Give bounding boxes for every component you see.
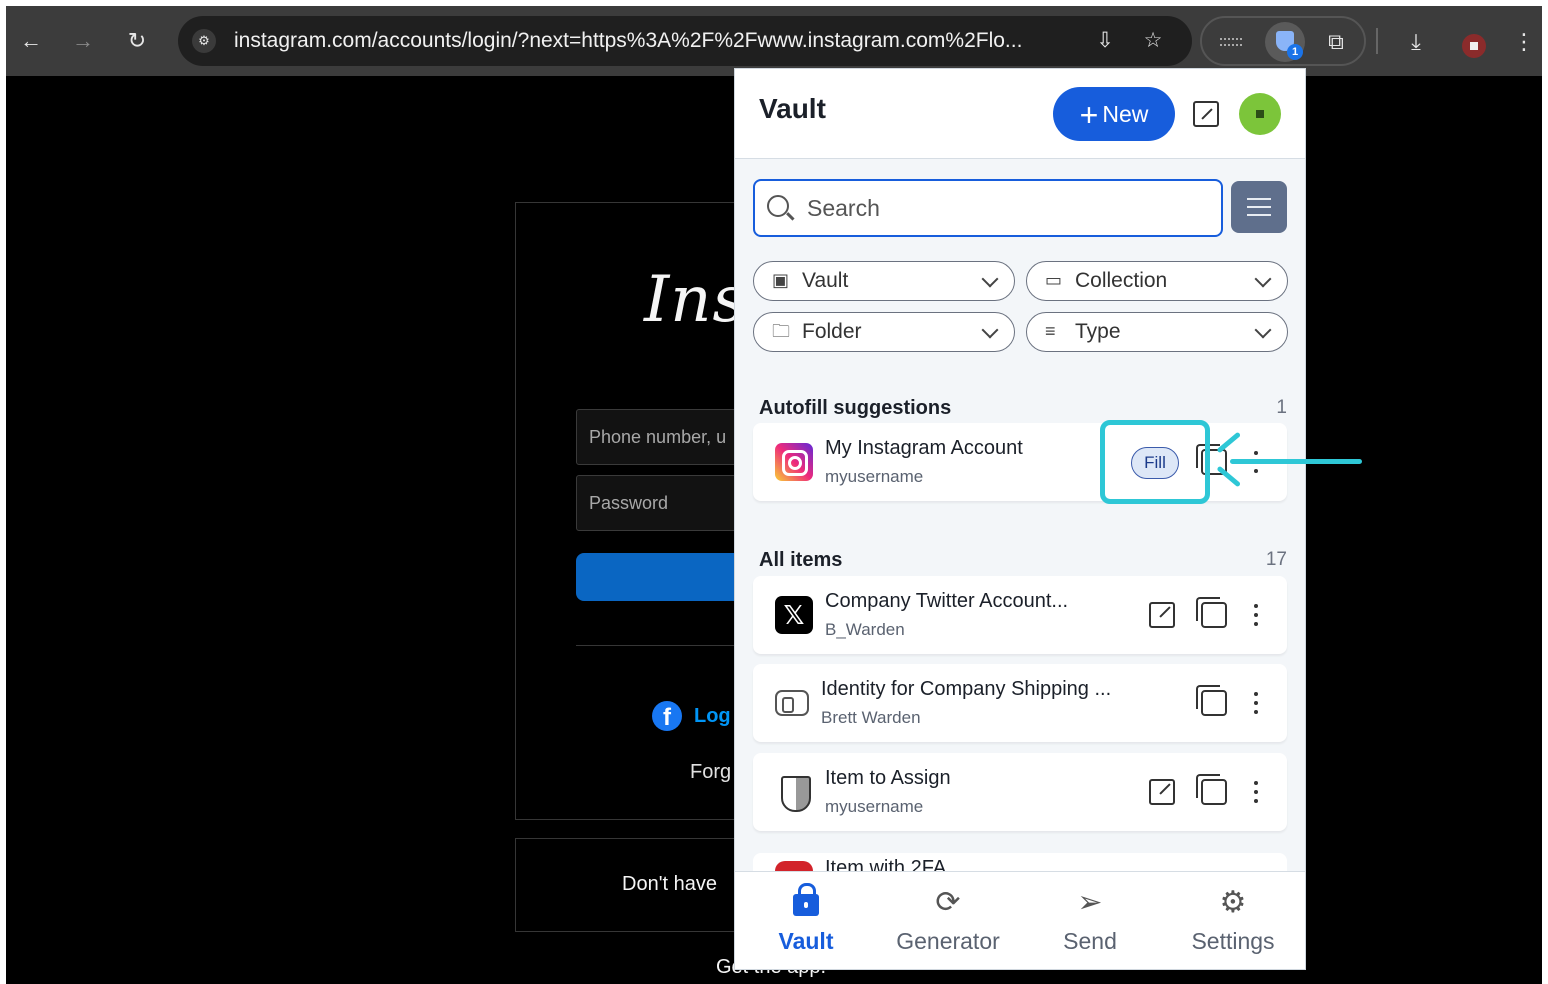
autofill-count: 1 xyxy=(1276,397,1287,418)
dropdown-label: Folder xyxy=(802,320,862,343)
url-text[interactable]: instagram.com/accounts/login/?next=https… xyxy=(234,16,1022,66)
forgot-password-link[interactable]: Forg xyxy=(690,761,731,784)
nav-label: Vault xyxy=(778,928,834,954)
download-icon[interactable]: ⤓ xyxy=(1402,28,1430,56)
shield-icon xyxy=(775,773,813,812)
item-username: myusername xyxy=(825,797,924,816)
address-bar[interactable]: ⚙ instagram.com/accounts/login/?next=htt… xyxy=(178,16,1192,66)
extension-dots-icon[interactable] xyxy=(1220,38,1242,46)
bitwarden-extension-button[interactable]: 1 xyxy=(1265,22,1305,62)
type-icon: ≡ xyxy=(1045,321,1056,341)
nav-send-tab[interactable]: ➢ Send xyxy=(1025,872,1155,969)
new-label: New xyxy=(1102,101,1149,127)
all-items-count: 17 xyxy=(1265,549,1287,570)
popout-icon[interactable] xyxy=(1193,101,1219,127)
nav-vault-tab[interactable]: Vault xyxy=(741,872,871,969)
browser-toolbar: ← → ↻ ⚙ instagram.com/accounts/login/?ne… xyxy=(6,6,1542,76)
item-username: B_Warden xyxy=(825,620,905,639)
identity-card-icon xyxy=(775,690,809,716)
list-item[interactable]: Item to Assign myusername xyxy=(753,753,1287,831)
search-container xyxy=(753,179,1223,237)
send-icon: ➢ xyxy=(1077,886,1103,919)
filter-line xyxy=(1247,206,1271,208)
lock-icon xyxy=(793,883,819,916)
more-options-icon[interactable] xyxy=(1253,779,1259,805)
nav-settings-tab[interactable]: ⚙ Settings xyxy=(1168,872,1298,969)
back-arrow-icon[interactable]: ← xyxy=(18,28,44,54)
all-items-section-title: All items xyxy=(759,549,843,571)
item-username: myusername xyxy=(825,467,924,486)
dropdown-label: Collection xyxy=(1075,269,1168,292)
fill-highlight-box xyxy=(1100,420,1210,504)
nav-label: Settings xyxy=(1191,928,1275,954)
item-name: My Instagram Account xyxy=(825,437,1023,459)
list-item[interactable]: Identity for Company Shipping ... Brett … xyxy=(753,664,1287,742)
bookmark-star-icon[interactable]: ☆ xyxy=(1140,28,1166,54)
install-app-icon[interactable]: ⇩ xyxy=(1092,28,1118,54)
profile-record-icon[interactable] xyxy=(1462,34,1486,58)
more-options-icon[interactable] xyxy=(1253,602,1259,628)
item-username: Brett Warden xyxy=(821,708,921,727)
popup-title: Vault xyxy=(759,93,826,124)
copy-icon[interactable] xyxy=(1196,597,1227,628)
extensions-group: 1 ⧉ xyxy=(1200,16,1366,66)
popup-header: Vault + New xyxy=(735,69,1305,159)
more-options-icon[interactable] xyxy=(1253,690,1259,716)
filter-line xyxy=(1247,214,1271,216)
item-name: Item to Assign xyxy=(825,767,951,789)
search-icon xyxy=(767,195,789,217)
x-icon: 𝕏 xyxy=(775,596,813,634)
avatar[interactable] xyxy=(1239,93,1281,135)
signup-text: Don't have xyxy=(622,873,717,895)
plus-icon: + xyxy=(1079,97,1099,133)
chevron-down-icon xyxy=(1254,321,1272,339)
type-filter-dropdown[interactable]: ≡ Type xyxy=(1026,312,1288,352)
gear-icon: ⚙ xyxy=(1219,886,1247,919)
chevron-down-icon xyxy=(981,270,999,288)
launch-icon[interactable] xyxy=(1149,602,1175,628)
item-name: Company Twitter Account... xyxy=(825,590,1069,612)
vault-popup: Vault +New ▣ Vault ▭ Collection 🗀 Folder… xyxy=(734,68,1306,970)
search-input[interactable] xyxy=(807,189,1207,227)
autofill-section-title: Autofill suggestions xyxy=(759,397,952,419)
filter-toggle-button[interactable] xyxy=(1231,181,1287,233)
collection-icon: ▭ xyxy=(1045,270,1063,290)
chevron-down-icon xyxy=(981,321,999,339)
extension-badge: 1 xyxy=(1287,44,1303,60)
bottom-navigation: Vault ⟳ Generator ➢ Send ⚙ Settings xyxy=(735,871,1305,969)
new-item-button[interactable]: + New xyxy=(1053,87,1175,141)
copy-icon[interactable] xyxy=(1196,685,1227,716)
list-item[interactable]: 𝕏 Company Twitter Account... B_Warden xyxy=(753,576,1287,654)
collection-filter-dropdown[interactable]: ▭ Collection xyxy=(1026,261,1288,301)
item-name: Identity for Company Shipping ... xyxy=(821,678,1112,700)
refresh-icon: ⟳ xyxy=(935,886,961,919)
folder-filter-dropdown[interactable]: 🗀 Folder xyxy=(753,312,1015,352)
dropdown-label: Type xyxy=(1075,320,1121,343)
facebook-login-link[interactable]: Log xyxy=(694,701,731,731)
nav-label: Generator xyxy=(896,928,1000,954)
launch-icon[interactable] xyxy=(1149,779,1175,805)
vault-filter-dropdown[interactable]: ▣ Vault xyxy=(753,261,1015,301)
dropdown-label: Vault xyxy=(802,269,849,292)
annotation-arrow xyxy=(1230,459,1362,464)
folder-icon: 🗀 xyxy=(772,321,790,341)
filter-line xyxy=(1247,198,1271,200)
more-menu-icon[interactable]: ⋮ xyxy=(1510,28,1538,56)
reload-icon[interactable]: ↻ xyxy=(124,28,150,54)
facebook-icon: f xyxy=(652,701,682,731)
nav-generator-tab[interactable]: ⟳ Generator xyxy=(883,872,1013,969)
copy-icon[interactable] xyxy=(1196,774,1227,805)
nav-label: Send xyxy=(1063,928,1117,954)
site-settings-icon[interactable]: ⚙ xyxy=(192,29,216,53)
extensions-puzzle-icon[interactable]: ⧉ xyxy=(1322,28,1350,56)
toolbar-separator xyxy=(1376,28,1378,54)
forward-arrow-icon[interactable]: → xyxy=(70,28,96,54)
instagram-icon xyxy=(775,443,813,481)
chevron-down-icon xyxy=(1254,270,1272,288)
vault-icon: ▣ xyxy=(772,270,790,290)
